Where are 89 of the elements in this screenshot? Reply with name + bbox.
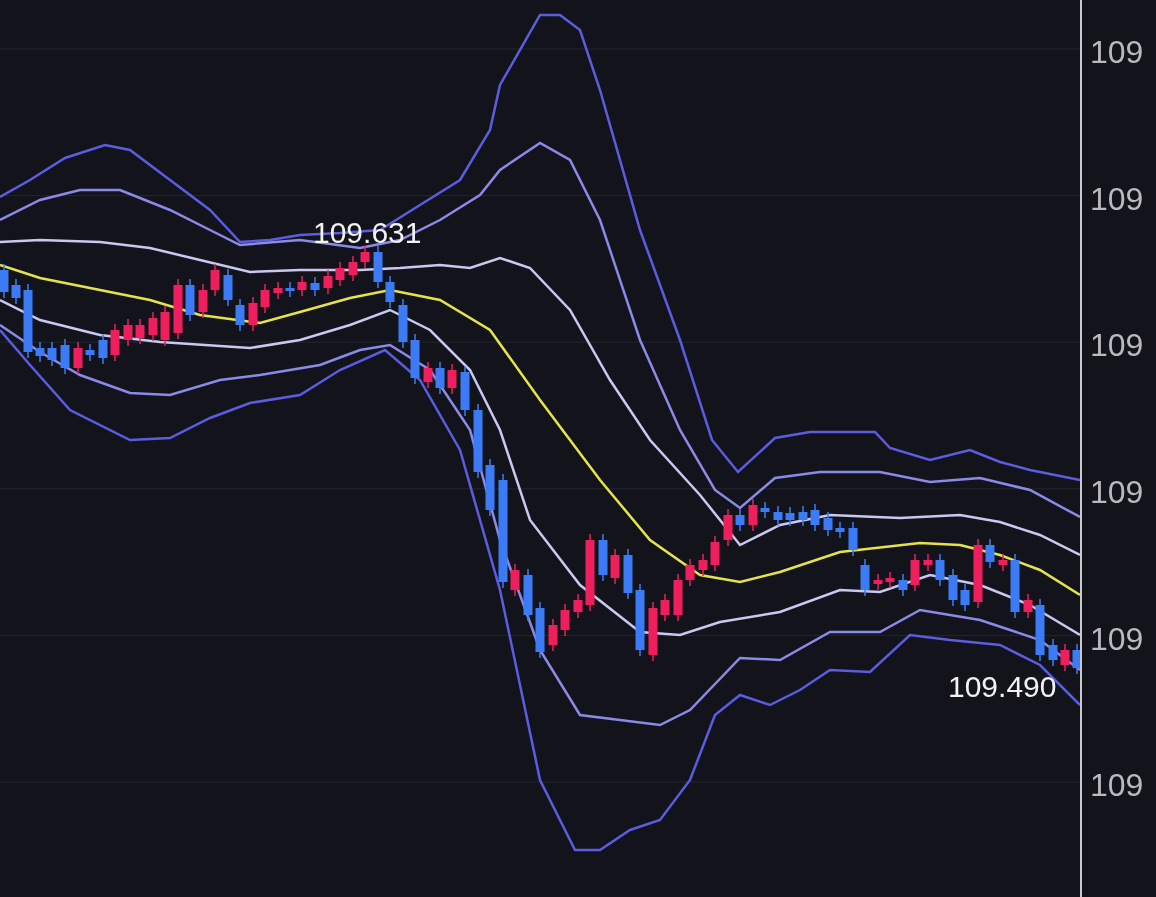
candlestick [85, 343, 95, 362]
candlestick [348, 255, 358, 282]
candlestick [910, 553, 920, 592]
candlestick [673, 573, 683, 622]
candlestick [835, 521, 845, 539]
candlestick [0, 263, 9, 299]
candlestick [460, 365, 470, 417]
candlestick [447, 363, 457, 395]
candlestick [710, 535, 720, 572]
candlestick [135, 318, 145, 345]
candlestick [1048, 638, 1058, 667]
candlestick [848, 521, 858, 557]
candlestick [173, 278, 183, 340]
candlestick [98, 333, 108, 365]
candlestick [735, 508, 745, 532]
candlestick [35, 341, 45, 363]
candlestick [310, 276, 320, 297]
candlestick [960, 583, 970, 612]
candlestick [885, 571, 895, 589]
candlestick [560, 603, 570, 637]
candlestick [773, 505, 783, 527]
candlestick [973, 538, 983, 609]
candlestick [698, 553, 708, 577]
candlestick [598, 533, 608, 582]
candlestick [198, 283, 208, 319]
candlestick [610, 548, 620, 585]
candlestick [898, 573, 908, 597]
candlestick [235, 298, 245, 332]
candlestick [523, 568, 533, 622]
axis-tick-label: 109 [1090, 182, 1144, 215]
candlestick [660, 593, 670, 622]
candlestick [748, 498, 758, 532]
candlestick [548, 618, 558, 652]
candlestick [373, 245, 383, 289]
candlestick [535, 601, 545, 659]
candlestick [185, 278, 195, 322]
candlestick [160, 305, 170, 347]
candlestick [285, 281, 295, 298]
candlestick [248, 296, 258, 332]
candlestick [985, 538, 995, 569]
candlestick [60, 338, 70, 375]
candlestick [1060, 643, 1070, 672]
candlestick [648, 601, 658, 662]
candlestick [723, 508, 733, 547]
candlestick [573, 593, 583, 619]
candlestick [998, 553, 1008, 572]
candlestick [823, 511, 833, 537]
candlestick [510, 563, 520, 597]
candlestick [810, 503, 820, 532]
candlestick [798, 505, 808, 527]
candlestick [935, 553, 945, 587]
candlestick [73, 341, 83, 375]
candlestick [110, 323, 120, 362]
price-label: 109.490 [948, 670, 1057, 703]
candlestick [435, 361, 445, 395]
candlestick [210, 263, 220, 297]
candlestick [948, 568, 958, 607]
axis-tick-label: 109 [1090, 329, 1144, 362]
axis-tick-label: 109 [1090, 476, 1144, 509]
candlestick [410, 333, 420, 385]
candlestick [485, 458, 495, 517]
candlestick [923, 553, 933, 572]
candlestick [123, 318, 133, 347]
candlestick [360, 245, 370, 269]
candlestick [873, 573, 883, 591]
candlestick [785, 506, 795, 527]
candlestick [760, 501, 770, 519]
candlestick [385, 275, 395, 309]
candlestick [1010, 553, 1020, 619]
candlestick [423, 361, 433, 389]
candlestick [685, 558, 695, 587]
candlestick [148, 311, 158, 342]
candlestick [297, 275, 307, 297]
candlestick [11, 278, 21, 305]
candlestick [335, 261, 345, 287]
candlestick [1035, 598, 1045, 662]
candlestick [1023, 593, 1033, 619]
candlestick [323, 269, 333, 295]
axis-tick-label: 109 [1090, 36, 1144, 69]
candlestick [260, 283, 270, 314]
candlestick [1072, 643, 1080, 675]
candlestick [398, 298, 408, 349]
candlestick [47, 341, 57, 367]
axis-tick-label: 109 [1090, 769, 1144, 802]
axis-tick-label: 109 [1090, 622, 1144, 655]
candlestick [860, 558, 870, 597]
candlestick [623, 548, 633, 600]
candlestick [223, 268, 233, 307]
candlestick [273, 281, 283, 300]
